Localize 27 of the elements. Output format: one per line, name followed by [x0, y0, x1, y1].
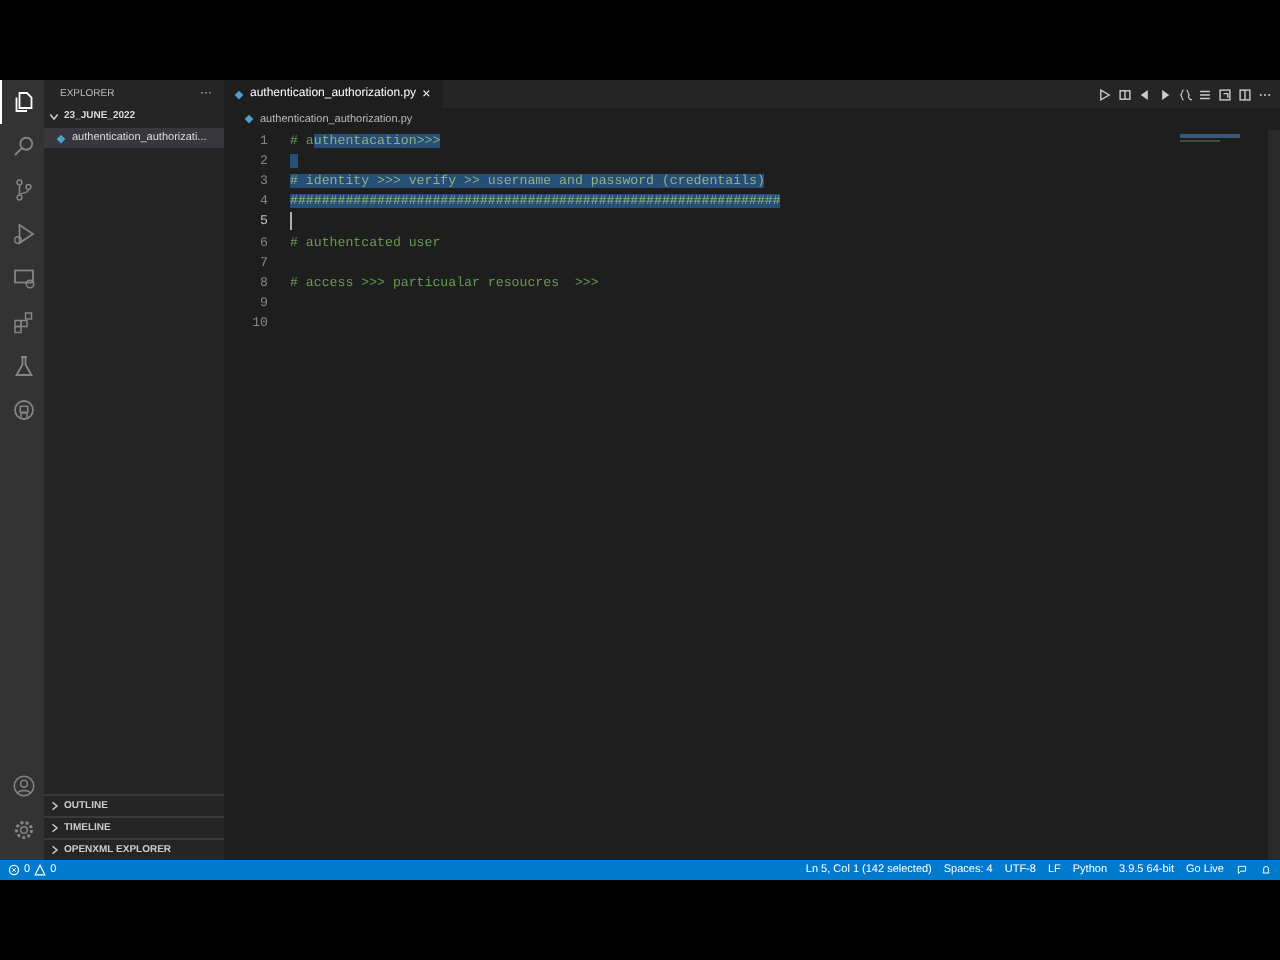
files-icon: [11, 90, 35, 114]
python-file-icon: [244, 114, 254, 124]
bell-icon[interactable]: [1260, 864, 1272, 876]
left-arrow-icon[interactable]: [1138, 87, 1152, 101]
source-control-icon: [11, 178, 35, 202]
python-file-icon: [56, 133, 66, 143]
right-arrow-icon[interactable]: [1158, 87, 1172, 101]
github-icon: [11, 398, 35, 422]
monitor-icon: [11, 266, 35, 290]
preview-icon[interactable]: [1218, 87, 1232, 101]
braces-icon[interactable]: [1178, 87, 1192, 101]
chevron-icon: [48, 110, 60, 122]
run-debug-icon: [11, 222, 35, 246]
error-icon: [8, 864, 20, 876]
list-icon[interactable]: [1198, 87, 1212, 101]
run-icon[interactable]: [1098, 87, 1112, 101]
minimap-lines: [1180, 134, 1240, 142]
extensions-icon: [11, 310, 35, 334]
feedback-icon[interactable]: [1236, 864, 1248, 876]
split-editor-icon[interactable]: [1238, 87, 1252, 101]
account-icon[interactable]: [11, 774, 35, 798]
settings-icon[interactable]: [11, 818, 35, 842]
python-file-icon: [234, 89, 244, 99]
split-icon[interactable]: [1118, 87, 1132, 101]
flask-icon: [11, 354, 35, 378]
search-icon: [11, 134, 35, 158]
warning-icon: [34, 864, 47, 876]
